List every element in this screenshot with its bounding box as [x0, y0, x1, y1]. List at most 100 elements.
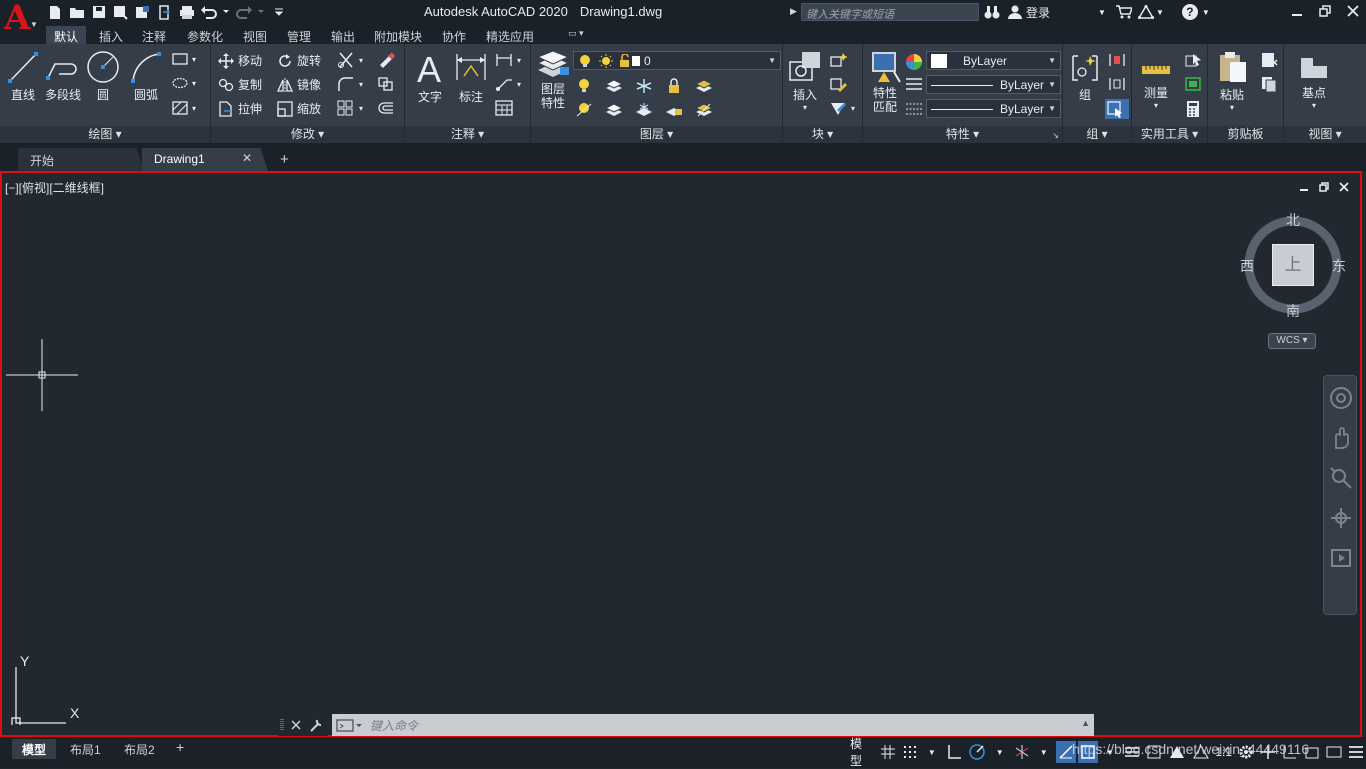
viewport-close-icon[interactable]: [1338, 181, 1350, 193]
pan-hand-icon[interactable]: [1324, 420, 1358, 456]
linetype-dropdown[interactable]: ByLayer ▼: [926, 75, 1061, 94]
viewport-minimize-icon[interactable]: [1298, 181, 1310, 193]
tab-parametric[interactable]: 参数化: [179, 26, 231, 44]
tab-collaborate[interactable]: 协作: [434, 26, 474, 44]
paste-tool[interactable]: 粘贴 ▾: [1214, 50, 1250, 112]
arc-tool[interactable]: 圆弧: [128, 50, 164, 103]
tab-featured-apps[interactable]: 精选应用: [478, 26, 542, 44]
layout-tab-model[interactable]: 模型: [12, 739, 57, 759]
group-edit-tool[interactable]: [1108, 76, 1130, 92]
layout-tab-layout1[interactable]: 布局1: [60, 739, 111, 759]
snap-icon[interactable]: [900, 741, 920, 763]
customize-menu-icon[interactable]: [1346, 741, 1366, 763]
close-icon[interactable]: [1346, 2, 1360, 20]
compass-west[interactable]: 西: [1240, 256, 1254, 276]
share-icon[interactable]: [156, 4, 173, 21]
layer-properties-tool[interactable]: 图层 特性: [535, 50, 571, 110]
cut-tool[interactable]: [1260, 52, 1282, 68]
copy-tool[interactable]: 复制: [218, 76, 262, 93]
viewport-restore-icon[interactable]: [1318, 181, 1330, 193]
compass-east[interactable]: 东: [1332, 256, 1346, 276]
circle-tool[interactable]: 圆: [86, 50, 120, 103]
viewcube[interactable]: 上 北 南 东 西: [1240, 209, 1350, 319]
group-selection-toggle[interactable]: [1105, 99, 1129, 119]
scale-tool[interactable]: 缩放: [277, 100, 321, 117]
tab-default[interactable]: 默认: [46, 26, 87, 44]
hatch-tool[interactable]: ▾: [172, 101, 196, 115]
viewport-controls-label[interactable]: [−][俯视][二维线框]: [5, 179, 104, 196]
command-line-grip[interactable]: [278, 714, 328, 736]
layer-unisolate-icon[interactable]: [605, 102, 623, 118]
model-space-toggle[interactable]: 模型: [848, 737, 876, 768]
snap-dropdown-icon[interactable]: ▼: [922, 741, 942, 763]
customize-qat-icon[interactable]: [270, 4, 287, 21]
undo-dropdown-icon[interactable]: [222, 4, 230, 21]
create-block-tool[interactable]: [829, 52, 851, 68]
command-input[interactable]: 键入命令 ▲: [332, 714, 1094, 736]
recent-commands-icon[interactable]: [336, 718, 364, 732]
layer-off-icon[interactable]: [575, 78, 593, 94]
color-wheel-icon[interactable]: [905, 53, 927, 71]
start-tab[interactable]: 开始: [18, 148, 144, 171]
move-tool[interactable]: 移动: [218, 52, 262, 69]
rectangle-tool[interactable]: ▾: [172, 53, 196, 65]
color-dropdown[interactable]: ByLayer ▼: [926, 51, 1061, 70]
table-tool[interactable]: [495, 100, 517, 116]
measure-tool[interactable]: 测量 ▾: [1138, 52, 1174, 110]
restore-icon[interactable]: [1318, 2, 1332, 20]
steering-wheel-icon[interactable]: [1324, 380, 1358, 416]
tab-manage[interactable]: 管理: [279, 26, 319, 44]
layer-unlock-icon[interactable]: [665, 102, 683, 118]
layer-dropdown[interactable]: 0 ▼: [573, 51, 781, 70]
base-point-tool[interactable]: 基点 ▾: [1294, 52, 1334, 110]
draw-panel-title[interactable]: 绘图 ▾: [0, 126, 210, 143]
login-dropdown-icon[interactable]: ▼: [1098, 8, 1106, 17]
layers-panel-title[interactable]: 图层 ▾: [531, 126, 782, 143]
utilities-panel-title[interactable]: 实用工具 ▾: [1132, 126, 1207, 143]
help-dropdown-icon[interactable]: ▼: [1202, 8, 1210, 17]
linetype-icon[interactable]: [905, 101, 927, 117]
wcs-menu[interactable]: WCS ▾: [1268, 333, 1316, 349]
showmotion-icon[interactable]: [1324, 540, 1358, 576]
fullscreen-icon[interactable]: [1324, 741, 1344, 763]
isodraft-icon[interactable]: [1012, 741, 1032, 763]
layer-walk-icon[interactable]: [695, 102, 713, 118]
zoom-extents-icon[interactable]: [1324, 460, 1358, 496]
tab-output[interactable]: 输出: [323, 26, 363, 44]
polyline-tool[interactable]: 多段线: [44, 50, 82, 103]
help-icon[interactable]: ?: [1181, 4, 1198, 20]
copy-clip-tool[interactable]: [1260, 76, 1282, 92]
layer-isolate-icon[interactable]: [605, 78, 623, 94]
edit-block-tool[interactable]: [829, 76, 851, 92]
modify-panel-title[interactable]: 修改 ▾: [211, 126, 404, 143]
properties-panel-title[interactable]: 特性 ▾: [863, 126, 1062, 143]
trim-tool[interactable]: ▾: [337, 52, 363, 68]
block-panel-title[interactable]: 块 ▾: [783, 126, 862, 143]
command-history-arrow-icon[interactable]: ▲: [1081, 718, 1090, 728]
layer-freeze-icon[interactable]: [635, 78, 653, 94]
a360-icon[interactable]: [1137, 5, 1154, 19]
ungroup-tool[interactable]: [1108, 52, 1130, 68]
new-tab-button[interactable]: +: [280, 151, 289, 168]
viewcube-top-face[interactable]: 上: [1272, 244, 1314, 286]
open-folder-icon[interactable]: [68, 4, 85, 21]
command-customize-wrench-icon[interactable]: [308, 717, 324, 733]
tab-insert[interactable]: 插入: [91, 26, 131, 44]
search-input[interactable]: 键入关键字或短语: [801, 3, 979, 21]
drawing1-tab-close-icon[interactable]: ✕: [242, 151, 252, 165]
calculator-tool[interactable]: [1184, 100, 1206, 118]
rotate-tool[interactable]: 旋转: [277, 52, 321, 69]
isodraft-dropdown-icon[interactable]: ▼: [1034, 741, 1054, 763]
linear-dimension-tool[interactable]: ▾: [495, 52, 521, 68]
add-layout-button[interactable]: +: [166, 739, 194, 759]
array-tool[interactable]: [377, 76, 399, 92]
select-all-tool[interactable]: [1184, 76, 1206, 92]
group-tool[interactable]: 组: [1067, 52, 1103, 103]
binoculars-icon[interactable]: [984, 5, 1000, 19]
ellipse-tool[interactable]: ▾: [172, 77, 196, 89]
undo-icon[interactable]: [200, 4, 217, 21]
mirror-tool[interactable]: 镜像: [277, 76, 321, 93]
command-close-icon[interactable]: [290, 719, 302, 731]
text-tool[interactable]: A 文字: [413, 50, 447, 105]
login-link[interactable]: 登录: [1026, 4, 1050, 21]
